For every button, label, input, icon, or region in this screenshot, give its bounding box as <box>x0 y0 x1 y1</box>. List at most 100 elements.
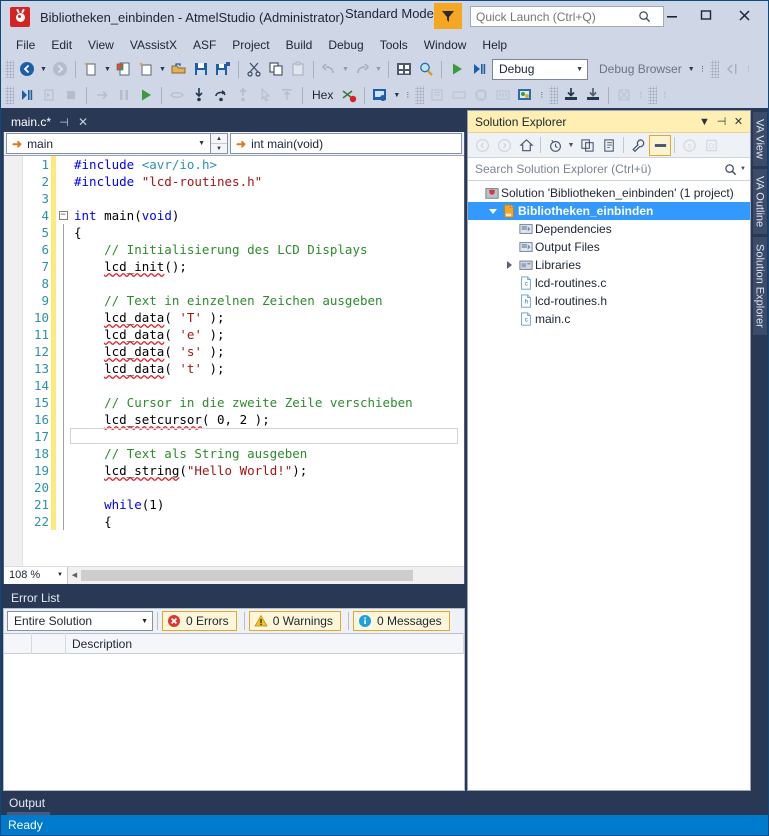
se-show-all-files-icon[interactable]: S <box>678 135 700 156</box>
code-line[interactable]: 8 <box>23 275 464 292</box>
toolbar1-overflow[interactable]: ⋮ <box>697 58 708 80</box>
code-line[interactable]: 14 <box>23 377 464 394</box>
se-properties-wrench-icon[interactable] <box>627 135 649 156</box>
scroll-left-icon[interactable]: ◀ <box>68 571 81 579</box>
close-tab-icon[interactable]: ✕ <box>77 115 89 129</box>
fold-margin[interactable]: − <box>56 211 70 220</box>
code-line[interactable]: 11 lcd_data( 'e' ); <box>23 326 464 343</box>
code-line[interactable]: 18 // Text als String ausgeben <box>23 445 464 462</box>
step-over-icon[interactable] <box>210 84 232 106</box>
scope-dropdown[interactable]: ➜ main ▼ <box>6 133 211 154</box>
menu-debug[interactable]: Debug <box>320 35 371 55</box>
code-line[interactable]: 7 lcd_init(); <box>23 258 464 275</box>
code-line[interactable]: 13 lcd_data( 't' ); <box>23 360 464 377</box>
fold-margin[interactable] <box>56 360 70 377</box>
debug-toolbar-grip[interactable] <box>5 86 14 104</box>
menu-file[interactable]: File <box>8 35 43 55</box>
program-device-icon[interactable] <box>560 84 582 106</box>
collapse-icon[interactable]: − <box>58 211 68 220</box>
fold-margin[interactable] <box>56 309 70 326</box>
device-fuse-icon[interactable] <box>492 84 514 106</box>
menu-project[interactable]: Project <box>224 35 277 55</box>
hex-button[interactable]: Hex <box>307 88 338 102</box>
toolbar-grip-2[interactable] <box>710 60 719 78</box>
code-line[interactable]: 20 <box>23 479 464 496</box>
messages-filter-button[interactable]: 0 Messages <box>352 611 450 631</box>
toolbar1-overflow-2[interactable]: ⋮ <box>743 58 754 80</box>
fold-margin[interactable] <box>56 411 70 428</box>
quick-launch-input[interactable] <box>471 9 636 24</box>
device-toolbar-overflow[interactable]: ⋮ <box>536 84 547 106</box>
menu-build[interactable]: Build <box>278 35 321 55</box>
start-without-debugging-icon[interactable] <box>468 58 490 80</box>
fold-margin[interactable] <box>56 428 70 445</box>
code-line[interactable]: 4− int main(void) <box>23 207 464 224</box>
panel-close-icon[interactable]: ✕ <box>730 113 747 131</box>
warnings-filter-button[interactable]: 0 Warnings <box>248 611 341 631</box>
se-preview-pane-icon[interactable] <box>649 134 671 156</box>
pointer-icon[interactable] <box>254 84 276 106</box>
memory-window-icon[interactable] <box>369 84 391 106</box>
copy-icon[interactable] <box>265 58 287 80</box>
output-dock[interactable]: Output <box>1 791 768 815</box>
fold-margin[interactable] <box>56 326 70 343</box>
menu-view[interactable]: View <box>80 35 122 55</box>
run-icon[interactable] <box>16 84 38 106</box>
fold-margin[interactable] <box>56 462 70 479</box>
debug-config-combo[interactable]: Debug ▼ <box>492 58 588 80</box>
solution-platforms-icon[interactable] <box>393 58 415 80</box>
fold-margin[interactable] <box>56 224 70 241</box>
code-line[interactable]: 5{ <box>23 224 464 241</box>
vtab-solution-explorer[interactable]: Solution Explorer <box>752 237 767 335</box>
tree-node[interactable]: Output Files <box>468 238 750 256</box>
show-next-statement-icon[interactable] <box>166 84 188 106</box>
fold-margin[interactable] <box>56 496 70 513</box>
quick-launch-box[interactable] <box>470 6 664 27</box>
code-line[interactable]: 22 { <box>23 513 464 530</box>
code-line[interactable]: 12 lcd_data( 's' ); <box>23 343 464 360</box>
member-dropdown[interactable]: ➜ int main(void) <box>230 133 462 154</box>
code-line[interactable]: 3 <box>23 190 464 207</box>
device-programming-icon[interactable] <box>514 84 536 106</box>
horizontal-scrollbar[interactable]: ◀ <box>68 566 464 584</box>
code-line[interactable]: 6 // Initialisierung des LCD Displays <box>23 241 464 258</box>
undo-icon[interactable] <box>318 58 340 80</box>
error-col-description[interactable]: Description <box>66 633 464 654</box>
se-search-icon[interactable] <box>724 163 737 176</box>
tree-node[interactable]: c lcd-routines.c <box>468 274 750 292</box>
menu-asf[interactable]: ASF <box>185 35 224 55</box>
navigate-back-icon[interactable] <box>16 58 38 80</box>
chevron-right-icon[interactable] <box>502 261 517 269</box>
panel-pin-icon[interactable]: ⊣ <box>713 113 730 131</box>
error-list-grid[interactable] <box>3 654 465 791</box>
code-line[interactable]: 9 // Text in einzelnen Zeichen ausgeben <box>23 292 464 309</box>
error-col-icon[interactable] <box>4 633 32 654</box>
open-file-icon[interactable] <box>168 58 190 80</box>
prog-toolbar-grip[interactable] <box>549 86 559 104</box>
breakpoint-margin[interactable] <box>4 156 23 566</box>
minimize-button[interactable] <box>656 1 688 29</box>
menu-help[interactable]: Help <box>474 35 515 55</box>
se-refresh-icon[interactable] <box>598 135 620 156</box>
new-project-dropdown[interactable]: ▼ <box>102 58 113 80</box>
fold-margin[interactable] <box>56 292 70 309</box>
save-all-icon[interactable] <box>212 58 234 80</box>
code-line[interactable]: 16 lcd_setcursor( 0, 2 ); <box>23 411 464 428</box>
start-debugging-icon[interactable] <box>446 58 468 80</box>
memory-window-dropdown[interactable]: ▼ <box>391 84 402 106</box>
errors-filter-button[interactable]: 0 Errors <box>162 611 237 631</box>
program-device-alt-icon[interactable] <box>582 84 604 106</box>
redo-icon[interactable] <box>351 58 373 80</box>
maximize-button[interactable] <box>690 1 722 29</box>
find-icon[interactable] <box>415 58 437 80</box>
code-line[interactable]: 19 lcd_string("Hello World!"); <box>23 462 464 479</box>
add-existing-item-icon[interactable] <box>113 58 135 80</box>
toolbar2-overflow-end[interactable]: ⋮ <box>659 84 670 106</box>
code-line[interactable]: 1 #include <avr/io.h> <box>23 156 464 173</box>
scrollbar-thumb[interactable] <box>81 569 413 581</box>
debug-toolbar-overflow[interactable]: ⋮ <box>402 84 413 106</box>
cut-icon[interactable] <box>243 58 265 80</box>
nav-spinner[interactable]: ▲ ▼ <box>211 133 228 154</box>
device-chip-icon[interactable] <box>470 84 492 106</box>
fold-margin[interactable] <box>56 513 70 530</box>
